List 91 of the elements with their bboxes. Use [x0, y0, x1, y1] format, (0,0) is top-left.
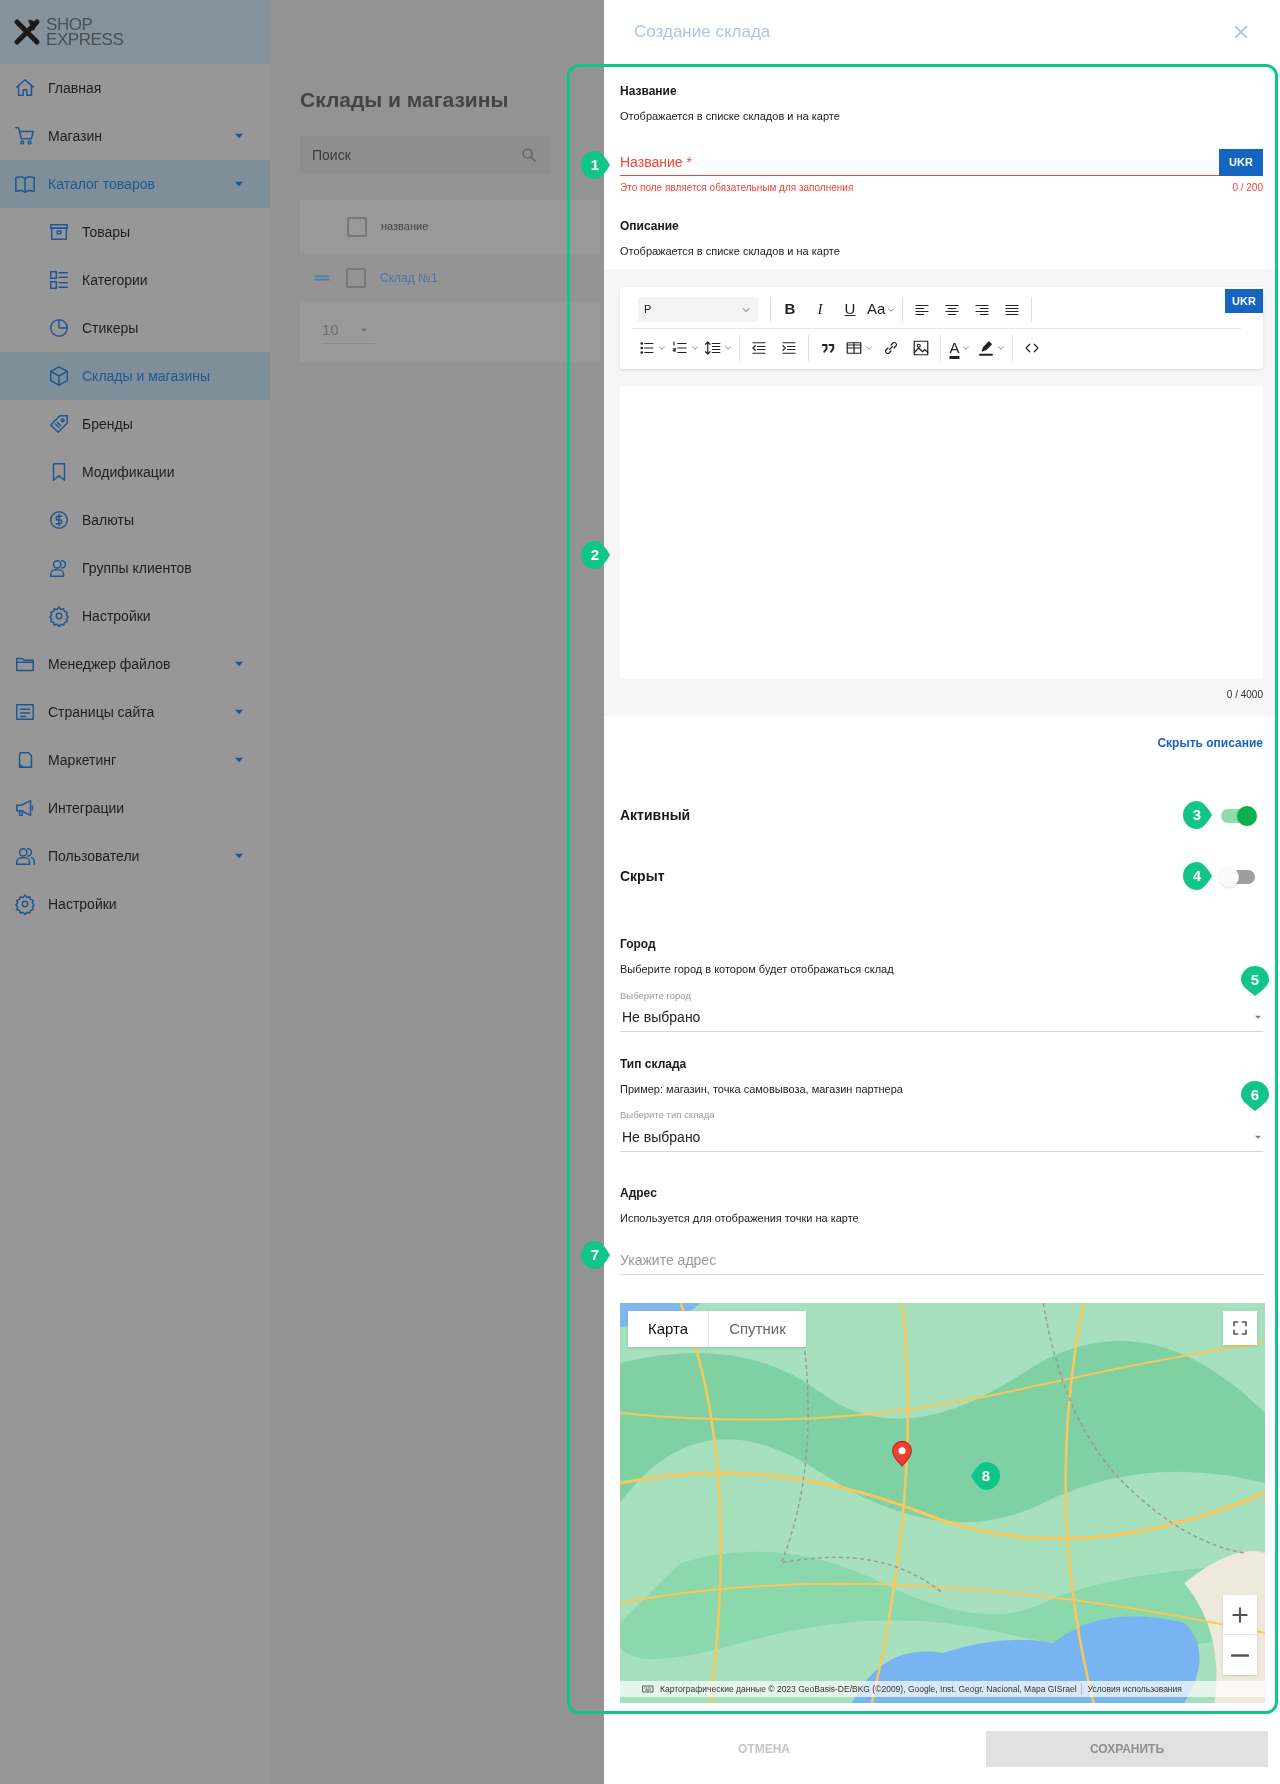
page-list-icon: [14, 701, 36, 723]
sidebar-item[interactable]: Главная: [0, 64, 270, 112]
column-header: название: [381, 219, 429, 235]
checkbox[interactable]: [346, 267, 366, 288]
map-type-tab[interactable]: Карта: [628, 1311, 709, 1347]
textcolor-button[interactable]: A: [947, 335, 973, 361]
sidebar-subitem[interactable]: Валюты: [0, 496, 270, 544]
name-field[interactable]: Название *: [620, 148, 1219, 176]
keyboard-icon[interactable]: [640, 1683, 656, 1695]
cart-icon: [14, 125, 36, 147]
minus-icon: [1231, 1653, 1249, 1657]
table-icon: [845, 339, 863, 357]
sidebar-item[interactable]: Страницы сайта: [0, 688, 270, 736]
chevron-down-icon: [960, 343, 971, 353]
box-icon: [48, 221, 70, 243]
language-button[interactable]: UKR: [1225, 289, 1263, 313]
chevron-down-icon: [657, 343, 667, 353]
section-description: Пример: магазин, точка самовывоза, магазин партнера: [620, 1081, 903, 1097]
link-icon: [882, 339, 900, 357]
toggle-label: Скрыт: [620, 867, 665, 886]
italic-button[interactable]: I: [807, 296, 833, 323]
sidebar-subitem[interactable]: Стикеры: [0, 304, 270, 352]
cube-icon: [48, 365, 70, 387]
language-button[interactable]: UKR: [1219, 148, 1263, 176]
sidebar-item[interactable]: Менеджер файлов: [0, 640, 270, 688]
chevron-down-icon: [723, 343, 733, 353]
sidebar-subitem[interactable]: Модификации: [0, 448, 270, 496]
sidebar-item[interactable]: Настройки: [0, 880, 270, 928]
line-height-icon: [704, 339, 722, 357]
section-title: Тип склада: [620, 1055, 687, 1073]
sidebar-subitem[interactable]: Категории: [0, 256, 270, 304]
section-description: Используется для отображения точки на карте: [620, 1210, 859, 1226]
sidebar-subitem[interactable]: Бренды: [0, 400, 270, 448]
bold-button[interactable]: B: [777, 296, 803, 323]
sidebar-item[interactable]: Интеграции: [0, 784, 270, 832]
toggle-switch[interactable]: [1221, 869, 1255, 884]
toggle-label: Активный: [620, 806, 691, 825]
chevron-down-icon: [690, 343, 700, 353]
section-description: Выберите город в котором будет отображаться склад: [620, 962, 894, 977]
tag-icon: [48, 413, 70, 435]
section-title: Адрес: [620, 1184, 657, 1202]
map-type-tab[interactable]: Спутник: [708, 1311, 806, 1347]
sidebar-subitem[interactable]: Товары: [0, 208, 270, 256]
outdent-icon: [750, 339, 768, 357]
drawer-title: Создание склада: [634, 21, 771, 44]
users-icon: [14, 845, 36, 867]
section-title: Описание: [620, 217, 679, 235]
section-title: Название: [620, 83, 677, 100]
search-field[interactable]: Поиск: [300, 135, 550, 174]
megaphone-icon: [14, 797, 36, 819]
section-description: Отображается в списке складов и на карте: [620, 109, 840, 124]
list-icon: [48, 269, 70, 291]
underline-button[interactable]: U: [837, 296, 863, 323]
fullscreen-button[interactable]: [1223, 1311, 1257, 1345]
logo-text: SHOP: [46, 17, 93, 32]
section-description: Отображается в списке складов и на карте: [620, 243, 840, 259]
plus-icon: [1230, 1604, 1250, 1625]
map-attribution: Картографические данные © 2023 GeoBasis-DE/BKG (©2009), Google, Inst. Geogr. Nacional, Mapa GISrael: [660, 1682, 1077, 1696]
image-icon: [912, 339, 930, 357]
section-title: Город: [620, 936, 656, 953]
logo-text: EXPRESS: [46, 32, 124, 47]
sidebar-subitem[interactable]: Группы клиентов: [0, 544, 270, 592]
checkbox[interactable]: [347, 216, 367, 237]
search-icon: [520, 145, 538, 164]
page-title: Склады и магазины: [300, 87, 510, 113]
sidebar-item[interactable]: Магазин: [0, 112, 270, 160]
sidebar-subitem[interactable]: Настройки: [0, 592, 270, 640]
book-icon: [14, 173, 36, 195]
sidebar-item[interactable]: Маркетинг: [0, 736, 270, 784]
hide-description-link[interactable]: Скрыть описание: [1157, 734, 1263, 752]
error-message: Это поле является обязательным для заполнения: [620, 180, 854, 195]
toggle-switch[interactable]: [1221, 808, 1255, 823]
character-counter: 0 / 200: [1232, 180, 1263, 195]
home-icon: [14, 77, 36, 99]
marker-icon: [977, 339, 995, 357]
fullscreen-icon: [1231, 1319, 1249, 1337]
dollar-circle-icon: [48, 509, 70, 531]
chevron-down-icon: [864, 343, 874, 353]
sidebar-item[interactable]: Пользователи: [0, 832, 270, 880]
gear-icon: [48, 605, 70, 627]
gear-icon: [14, 893, 36, 915]
chevron-down-icon: [996, 343, 1006, 353]
bullet-list-icon: [638, 339, 656, 357]
indent-icon: [780, 339, 798, 357]
address-field[interactable]: Укажите адрес: [620, 1250, 1263, 1275]
terms-link[interactable]: Условия использования: [1080, 1682, 1182, 1696]
format-select[interactable]: P: [638, 297, 758, 322]
select-field[interactable]: Выберите тип склада Не выбрано: [620, 1108, 1263, 1152]
logo-mark-icon: [12, 17, 42, 47]
fontsize-button[interactable]: Aa: [867, 296, 897, 323]
character-counter: 0 / 4000: [1226, 688, 1263, 702]
